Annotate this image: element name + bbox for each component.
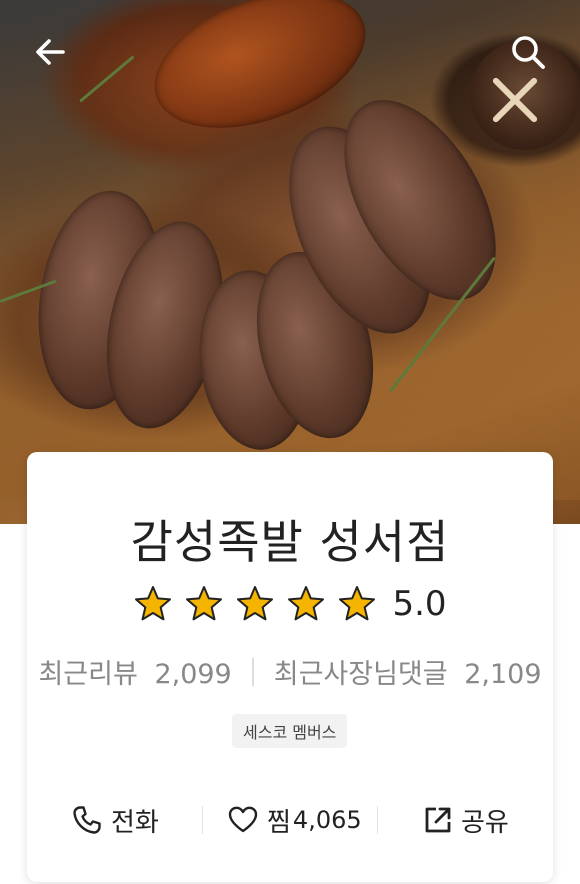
star-icon bbox=[339, 586, 376, 621]
review-counts-row: 최근리뷰 2,099 최근사장님댓글 2,109 bbox=[27, 652, 553, 691]
heart-icon bbox=[228, 806, 258, 833]
recent-reviews-label: 최근리뷰 bbox=[38, 659, 138, 690]
star-icon bbox=[237, 586, 274, 621]
star-icon bbox=[135, 586, 172, 621]
store-actions-row: 전화 찜 4,065 공유 bbox=[27, 800, 553, 840]
store-info-card: 감성족발 성서점 5.0 최근리뷰 2,099 최근사장님댓글 2,109 세스… bbox=[27, 452, 553, 882]
counts-divider bbox=[251, 657, 254, 686]
recent-reviews-count: 2,099 bbox=[154, 659, 232, 690]
action-divider bbox=[377, 806, 378, 834]
back-arrow-icon bbox=[36, 39, 65, 65]
share-button[interactable]: 공유 bbox=[423, 802, 509, 839]
search-button[interactable] bbox=[506, 30, 550, 74]
recent-reviews[interactable]: 최근리뷰 2,099 bbox=[38, 652, 231, 691]
star-icon bbox=[186, 586, 223, 621]
owner-replies-count: 2,109 bbox=[464, 659, 542, 690]
action-divider bbox=[202, 806, 203, 834]
call-label: 전화 bbox=[111, 807, 159, 838]
store-hero-image bbox=[0, 0, 580, 524]
star-icon bbox=[288, 586, 325, 621]
favorite-count: 4,065 bbox=[292, 806, 362, 834]
rating-score: 5.0 bbox=[392, 584, 447, 624]
rating-row: 5.0 bbox=[27, 584, 553, 624]
search-icon bbox=[512, 36, 545, 69]
owner-replies-label: 최근사장님댓글 bbox=[273, 659, 448, 690]
cesco-members-badge: 세스코 멤버스 bbox=[232, 714, 348, 748]
share-label: 공유 bbox=[461, 807, 509, 838]
share-icon bbox=[425, 807, 451, 833]
phone-icon bbox=[73, 806, 101, 834]
owner-replies[interactable]: 최근사장님댓글 2,109 bbox=[274, 652, 542, 691]
call-button[interactable]: 전화 bbox=[71, 802, 159, 839]
back-button[interactable] bbox=[28, 30, 72, 74]
store-name: 감성족발 성서점 bbox=[130, 515, 450, 569]
favorite-label: 찜 bbox=[267, 807, 291, 838]
favorite-button[interactable]: 찜 4,065 bbox=[227, 802, 362, 839]
